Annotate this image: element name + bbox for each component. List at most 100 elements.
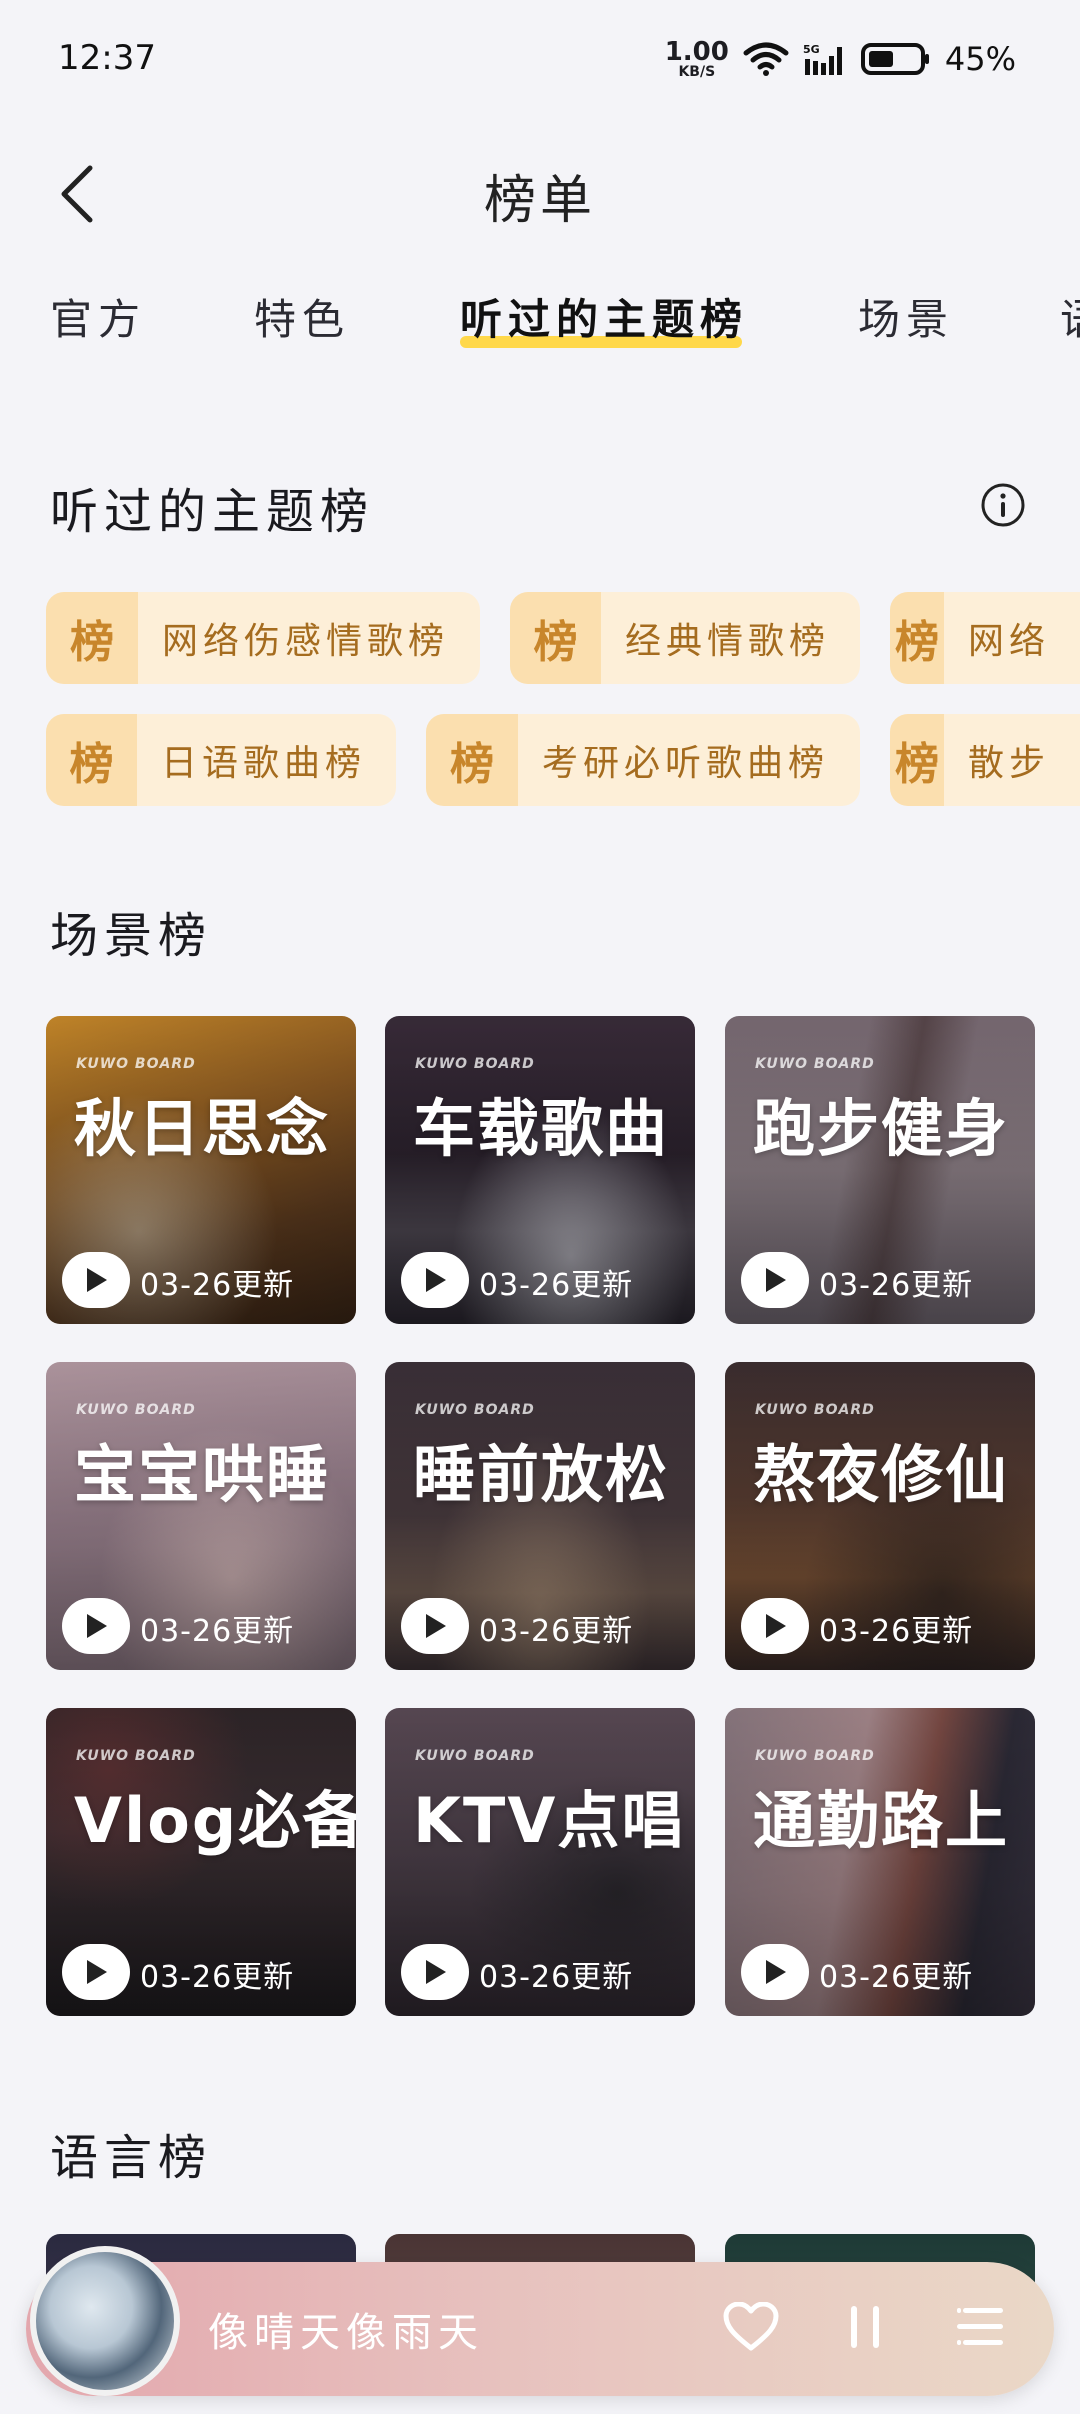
header: 榜单 — [0, 140, 1080, 250]
tab-featured[interactable]: 特色 — [254, 286, 350, 347]
status-bar: 12:37 1.00 KB/S 5G 45% — [0, 0, 1080, 120]
network-speed-unit: KB/S — [678, 64, 716, 80]
card-brand: KUWO BOARD — [76, 1748, 196, 1764]
play-button[interactable] — [401, 1252, 469, 1308]
scene-card[interactable]: KUWO BOARD Vlog必备 03-26更新 — [46, 1708, 356, 2016]
chip-chart[interactable]: 榜 考研必听歌曲榜 — [426, 714, 860, 806]
play-icon — [87, 1268, 107, 1292]
cellular-signal-icon: 5G — [803, 43, 842, 75]
page-title: 榜单 — [483, 171, 596, 231]
scene-card[interactable]: KUWO BOARD 熬夜修仙 03-26更新 — [725, 1362, 1035, 1670]
now-playing-title: 像晴天像雨天 — [208, 2310, 484, 2356]
play-icon — [766, 1614, 786, 1638]
playlist-button[interactable] — [944, 2292, 1014, 2362]
play-button[interactable] — [741, 1598, 809, 1654]
chip-label: 经典情歌榜 — [624, 621, 830, 662]
chart-badge-icon: 榜 — [46, 592, 138, 684]
card-update-date: 03-26更新 — [140, 1614, 295, 1649]
chart-badge-icon: 榜 — [426, 714, 518, 806]
mini-player[interactable]: 像晴天像雨天 — [26, 2246, 1054, 2396]
network-speed-value: 1.00 — [664, 37, 729, 67]
card-title: 通勤路上 — [753, 1784, 1010, 1857]
play-button[interactable] — [401, 1944, 469, 2000]
scene-card[interactable]: KUWO BOARD 睡前放松 03-26更新 — [385, 1362, 695, 1670]
tab-listened-theme[interactable]: 听过的主题榜 — [460, 286, 748, 347]
play-icon — [87, 1614, 107, 1638]
chip-label: 散步 — [967, 743, 1050, 784]
play-icon — [766, 1960, 786, 1984]
play-button[interactable] — [741, 1252, 809, 1308]
chip-chart[interactable]: 榜 网络伤感情歌榜 — [46, 592, 480, 684]
card-update-date: 03-26更新 — [819, 1960, 974, 1995]
card-title: 熬夜修仙 — [753, 1438, 1010, 1511]
card-brand: KUWO BOARD — [755, 1748, 875, 1764]
chart-badge-icon: 榜 — [46, 714, 137, 806]
section-title-scene: 场景榜 — [50, 908, 213, 964]
card-title: 宝宝哄睡 — [74, 1438, 331, 1511]
play-icon — [87, 1960, 107, 1984]
play-button[interactable] — [62, 1598, 130, 1654]
card-brand: KUWO BOARD — [415, 1402, 535, 1418]
battery-icon — [860, 43, 929, 75]
card-brand: KUWO BOARD — [415, 1748, 535, 1764]
scene-card[interactable]: KUWO BOARD 车载歌曲 03-26更新 — [385, 1016, 695, 1324]
pause-button[interactable] — [830, 2292, 900, 2362]
chip-chart[interactable]: 榜 网络 — [890, 592, 1080, 684]
section-title-listened: 听过的主题榜 — [50, 484, 375, 540]
chip-chart[interactable]: 榜 日语歌曲榜 — [46, 714, 396, 806]
card-update-date: 03-26更新 — [140, 1268, 295, 1303]
card-title: 车载歌曲 — [413, 1092, 670, 1165]
card-update-date: 03-26更新 — [479, 1960, 634, 1995]
card-brand: KUWO BOARD — [755, 1056, 875, 1072]
section-title-language: 语言榜 — [50, 2130, 213, 2186]
card-title: KTV点唱 — [413, 1784, 686, 1857]
scene-card[interactable]: KUWO BOARD 秋日思念 03-26更新 — [46, 1016, 356, 1324]
play-button[interactable] — [401, 1598, 469, 1654]
play-button[interactable] — [62, 1252, 130, 1308]
favorite-button[interactable] — [716, 2292, 786, 2362]
playlist-icon — [957, 2308, 1003, 2345]
card-brand: KUWO BOARD — [415, 1056, 535, 1072]
card-title: Vlog必备 — [74, 1784, 356, 1857]
album-art[interactable] — [30, 2246, 180, 2396]
chip-chart[interactable]: 榜 散步 — [890, 714, 1080, 806]
info-button[interactable] — [980, 482, 1026, 528]
card-brand: KUWO BOARD — [76, 1056, 196, 1072]
chip-chart[interactable]: 榜 经典情歌榜 — [510, 592, 860, 684]
chart-badge-icon: 榜 — [890, 714, 944, 806]
card-update-date: 03-26更新 — [819, 1614, 974, 1649]
card-title: 睡前放松 — [413, 1438, 670, 1511]
chart-badge-icon: 榜 — [510, 592, 601, 684]
chip-label: 网络 — [967, 621, 1050, 662]
play-icon — [766, 1268, 786, 1292]
signal-label: 5G — [803, 43, 820, 56]
play-button[interactable] — [741, 1944, 809, 2000]
tab-scene[interactable]: 场景 — [858, 286, 954, 347]
card-update-date: 03-26更新 — [819, 1268, 974, 1303]
chip-label: 日语歌曲榜 — [160, 743, 366, 784]
chip-label: 网络伤感情歌榜 — [162, 621, 450, 662]
card-brand: KUWO BOARD — [76, 1402, 196, 1418]
chip-label: 考研必听歌曲榜 — [542, 743, 830, 784]
tab-official[interactable]: 官方 — [50, 286, 146, 347]
card-title: 秋日思念 — [74, 1092, 331, 1165]
card-update-date: 03-26更新 — [479, 1614, 634, 1649]
tab-language[interactable]: 语 — [1060, 286, 1080, 347]
chart-badge-icon: 榜 — [890, 592, 944, 684]
scene-card[interactable]: KUWO BOARD 宝宝哄睡 03-26更新 — [46, 1362, 356, 1670]
card-brand: KUWO BOARD — [755, 1402, 875, 1418]
heart-icon — [723, 2302, 779, 2351]
status-icons: 1.00 KB/S 5G 45% — [665, 34, 1016, 84]
play-icon — [426, 1614, 446, 1638]
battery-percent: 45% — [944, 40, 1016, 78]
scene-card[interactable]: KUWO BOARD KTV点唱 03-26更新 — [385, 1708, 695, 2016]
scene-card[interactable]: KUWO BOARD 通勤路上 03-26更新 — [725, 1708, 1035, 2016]
network-speed: 1.00 KB/S — [665, 39, 729, 79]
pause-icon — [851, 2306, 879, 2348]
card-update-date: 03-26更新 — [140, 1960, 295, 1995]
scene-card[interactable]: KUWO BOARD 跑步健身 03-26更新 — [725, 1016, 1035, 1324]
card-update-date: 03-26更新 — [479, 1268, 634, 1303]
info-icon — [981, 483, 1025, 527]
play-button[interactable] — [62, 1944, 130, 2000]
card-title: 跑步健身 — [753, 1092, 1010, 1165]
